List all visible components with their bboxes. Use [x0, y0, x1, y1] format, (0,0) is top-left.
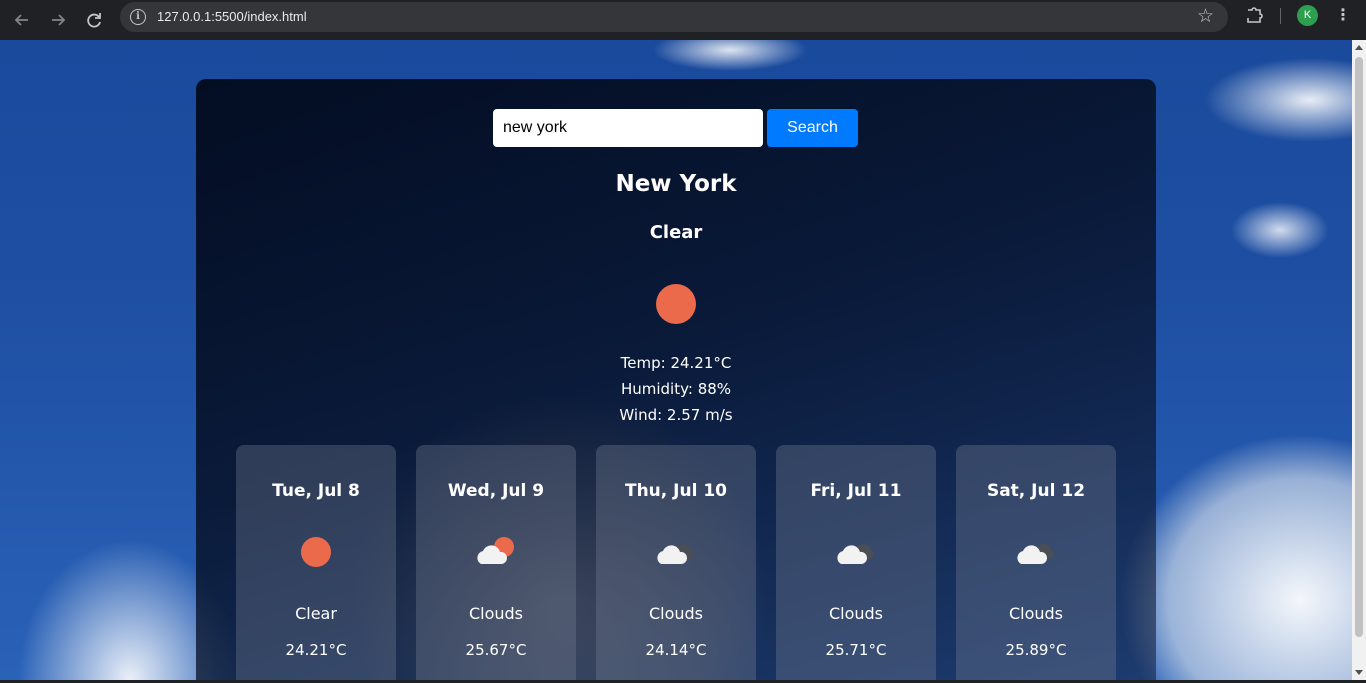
back-arrow-icon[interactable]	[7, 5, 37, 35]
forward-arrow-icon[interactable]	[43, 5, 73, 35]
forecast-temp: 24.14°C	[645, 641, 707, 659]
current-humidity: Humidity: 88%	[620, 380, 732, 398]
search-button[interactable]: Search	[767, 109, 858, 147]
menu-kebab-icon[interactable]: ⋮	[1333, 5, 1353, 25]
profile-avatar[interactable]: K	[1297, 5, 1318, 26]
url-text: 127.0.0.1:5500/index.html	[157, 9, 307, 24]
forecast-condition: Clouds	[468, 604, 524, 623]
forecast-date: Thu, Jul 10	[624, 481, 727, 501]
forecast-date: Sat, Jul 12	[986, 481, 1086, 501]
site-info-icon[interactable]: i	[130, 9, 146, 25]
vertical-scrollbar[interactable]	[1352, 40, 1366, 680]
cloud-icon	[831, 533, 881, 571]
forecast-temp: 25.71°C	[825, 641, 887, 659]
city-name: New York	[615, 171, 737, 197]
sun-icon	[291, 533, 341, 571]
forecast-temp: 24.21°C	[285, 641, 347, 659]
cloud-sun-icon	[471, 533, 521, 571]
toolbar-divider	[1280, 8, 1281, 24]
scrollbar-thumb[interactable]	[1355, 57, 1363, 637]
forecast-card: Wed, Jul 9 Clouds 25.67°C	[416, 445, 576, 680]
forecast-date: Fri, Jul 11	[810, 481, 902, 501]
current-wind: Wind: 2.57 m/s	[619, 406, 733, 424]
scroll-down-arrow-icon[interactable]	[1355, 670, 1363, 675]
forecast-card: Fri, Jul 11 Clouds 25.71°C	[776, 445, 936, 680]
scroll-up-arrow-icon[interactable]	[1355, 45, 1363, 50]
forecast-card: Sat, Jul 12 Clouds 25.89°C	[956, 445, 1116, 680]
page-background: Search New York Clear Temp: 24.21°C Humi…	[0, 40, 1352, 680]
current-condition: Clear	[649, 222, 703, 243]
forecast-condition: Clouds	[828, 604, 884, 623]
forecast-condition: Clear	[295, 604, 337, 623]
extensions-icon[interactable]	[1243, 4, 1265, 26]
browser-toolbar: i 127.0.0.1:5500/index.html ☆ K ⋮	[0, 0, 1366, 40]
reload-icon[interactable]	[79, 5, 109, 35]
forecast-date: Tue, Jul 8	[272, 481, 360, 501]
forecast-temp: 25.89°C	[1005, 641, 1067, 659]
address-bar[interactable]: i 127.0.0.1:5500/index.html ☆	[120, 2, 1228, 32]
cloud-icon	[1011, 533, 1061, 571]
cloud-icon	[651, 533, 701, 571]
forecast-card: Tue, Jul 8 Clear 24.21°C	[236, 445, 396, 680]
sun-icon	[656, 284, 696, 324]
forecast-card: Thu, Jul 10 Clouds 24.14°C	[596, 445, 756, 680]
forecast-date: Wed, Jul 9	[447, 481, 545, 501]
bookmark-star-icon[interactable]: ☆	[1197, 5, 1214, 27]
weather-panel: Search New York Clear Temp: 24.21°C Humi…	[196, 79, 1156, 680]
forecast-condition: Clouds	[1008, 604, 1064, 623]
forecast-temp: 25.67°C	[465, 641, 527, 659]
current-temp: Temp: 24.21°C	[620, 354, 732, 372]
city-search-input[interactable]	[493, 109, 763, 147]
forecast-condition: Clouds	[648, 604, 704, 623]
